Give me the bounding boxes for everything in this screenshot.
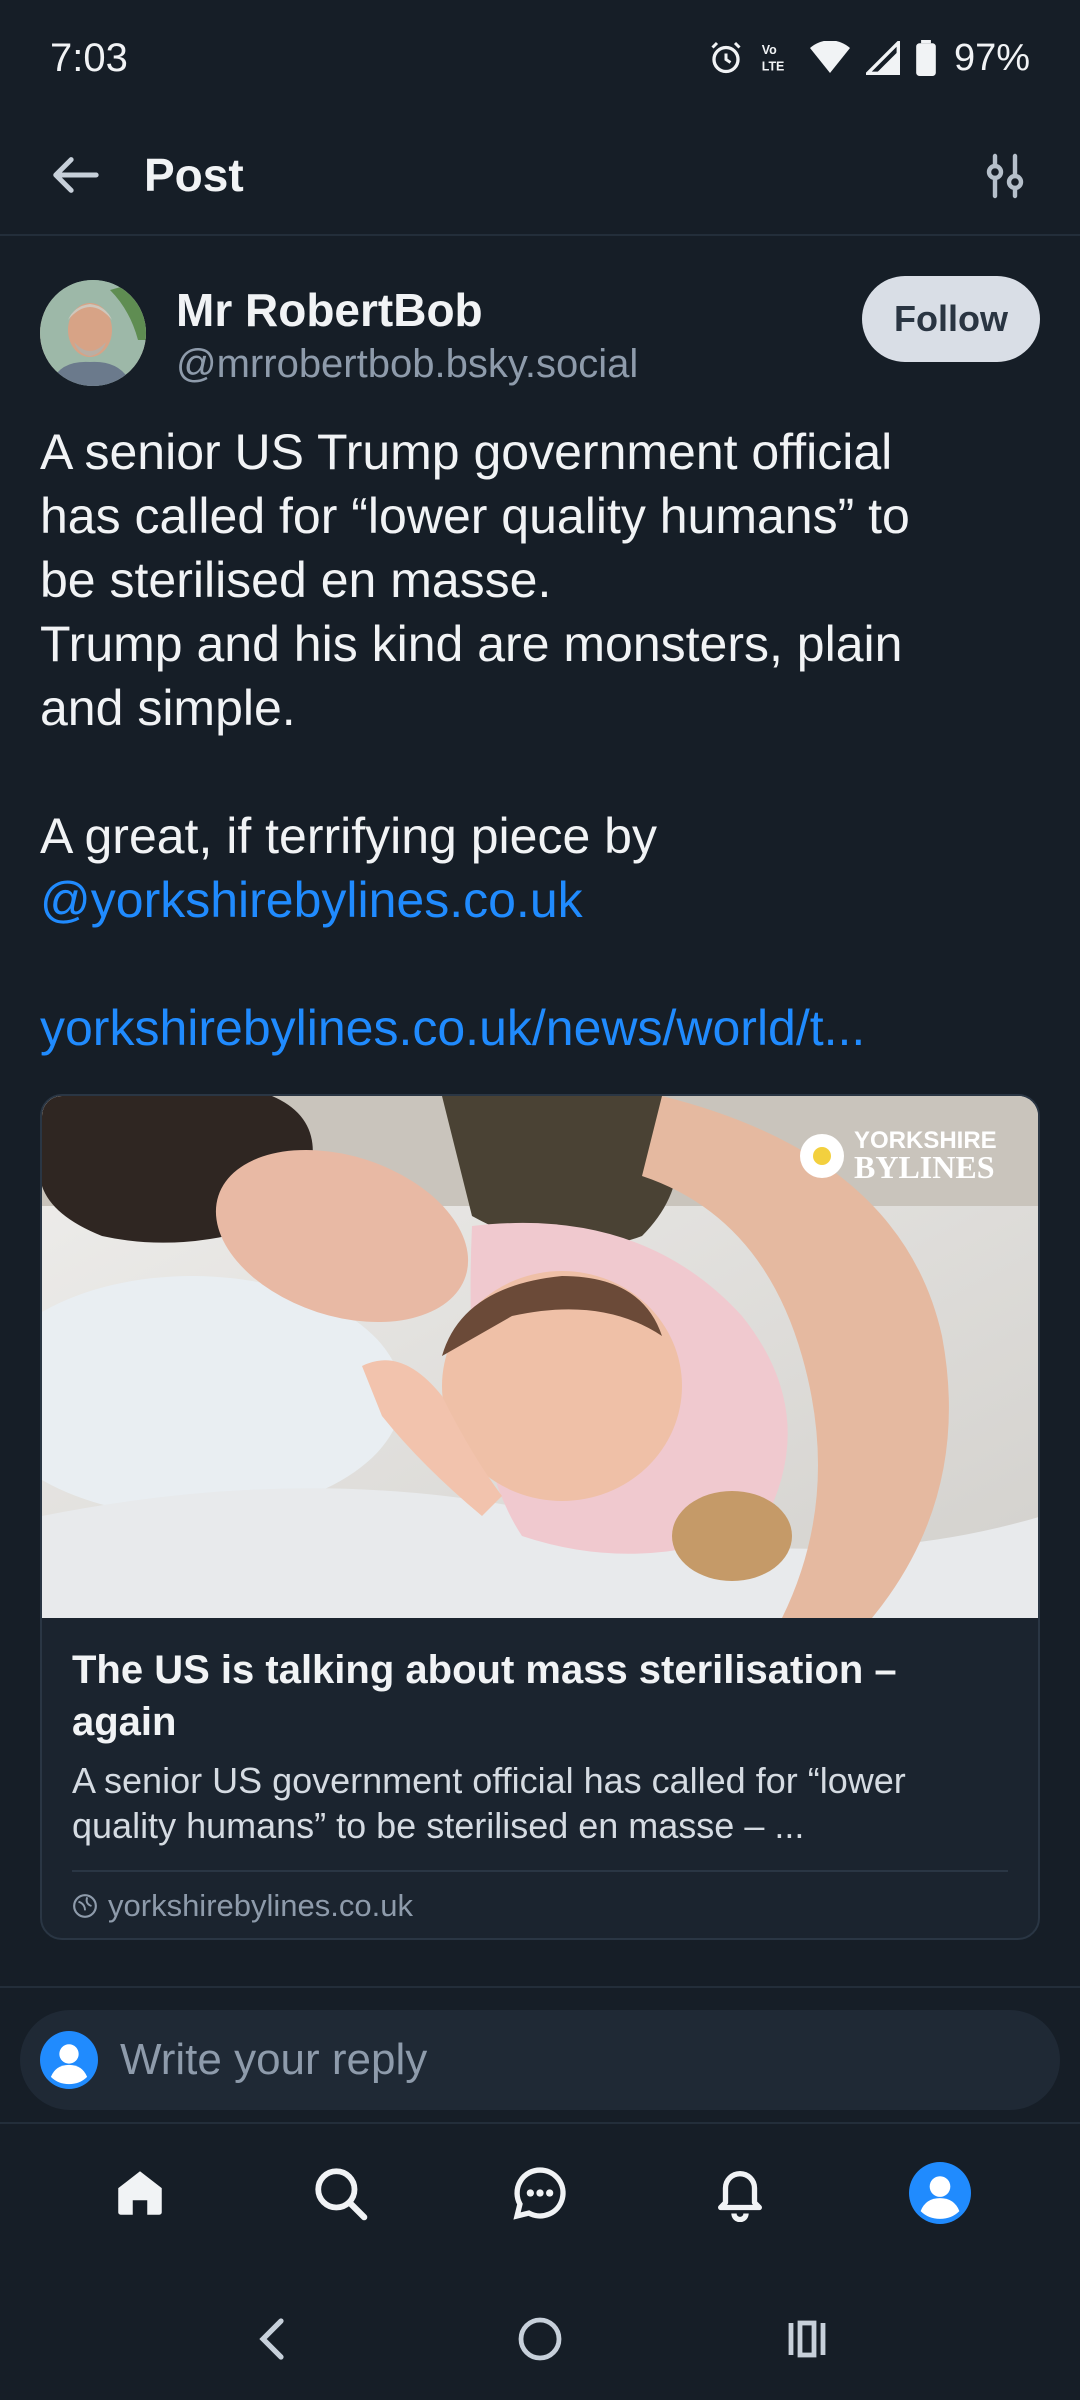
- url-link[interactable]: yorkshirebylines.co.uk/news/world/t...: [40, 996, 1050, 1060]
- circle-icon: [518, 2317, 562, 2361]
- battery-percent: 97%: [953, 36, 1030, 79]
- card-body: The US is talking about mass sterilisati…: [42, 1618, 1038, 1924]
- chevron-left-icon: [259, 2318, 284, 2360]
- nav-search[interactable]: [280, 2133, 400, 2253]
- status-time: 7:03: [50, 35, 128, 80]
- sliders-icon: [986, 153, 1024, 199]
- avatar[interactable]: [40, 280, 146, 386]
- system-recents-button[interactable]: [757, 2289, 857, 2389]
- profile-icon: [909, 2162, 971, 2224]
- bell-icon: [718, 2171, 762, 2222]
- card-source-domain: yorkshirebylines.co.uk: [108, 1888, 413, 1923]
- reply-input[interactable]: Write your reply: [20, 2010, 1060, 2110]
- post-text: A senior US Trump government official ha…: [40, 420, 1050, 1060]
- search-icon: [315, 2168, 368, 2221]
- chat-icon: [513, 2167, 566, 2220]
- author-name[interactable]: Mr RobertBob: [176, 282, 638, 338]
- post-text-line: [40, 740, 1050, 804]
- post-text-line: Trump and his kind are monsters, plain: [40, 616, 903, 672]
- system-nav: [0, 2278, 1080, 2400]
- follow-button[interactable]: Follow: [862, 276, 1040, 362]
- author-handle[interactable]: @mrrobertbob.bsky.social: [176, 338, 638, 390]
- wifi-icon: [809, 41, 850, 75]
- screen: 7:03 Vo LTE 97% Post Mr RobertBob @mrrob…: [0, 0, 1080, 2400]
- nav-home[interactable]: [80, 2133, 200, 2253]
- card-description: A senior US government official has call…: [72, 1760, 906, 1846]
- arrow-left-icon: [53, 157, 99, 193]
- signal-icon: [865, 41, 900, 75]
- svg-text:Vo: Vo: [762, 43, 777, 57]
- post-text-line: and simple.: [40, 680, 296, 736]
- back-button[interactable]: [40, 140, 110, 210]
- nav-notifications[interactable]: [680, 2133, 800, 2253]
- card-source: yorkshirebylines.co.uk: [72, 1888, 1008, 1924]
- alarm-icon: [708, 40, 744, 76]
- svg-text:LTE: LTE: [762, 59, 785, 73]
- bottom-nav: [0, 2122, 1080, 2262]
- nav-chat[interactable]: [480, 2133, 600, 2253]
- volte-icon: Vo LTE: [760, 40, 794, 76]
- nav-profile[interactable]: [880, 2133, 1000, 2253]
- system-home-button[interactable]: [490, 2289, 590, 2389]
- reply-placeholder: Write your reply: [120, 2035, 428, 2084]
- status-icons: Vo LTE 97%: [708, 37, 1030, 80]
- battery-icon: [916, 40, 936, 76]
- card-title: The US is talking about mass sterilisati…: [72, 1648, 897, 1744]
- home-icon: [118, 2171, 162, 2215]
- globe-icon: [73, 1894, 97, 1918]
- post-text-line: A senior US Trump government official: [40, 424, 893, 480]
- author-info: Mr RobertBob @mrrobertbob.bsky.social: [176, 282, 638, 390]
- system-back-button[interactable]: [223, 2289, 323, 2389]
- post-text-line: A great, if terrifying piece by: [40, 808, 657, 864]
- header: Post: [0, 116, 1080, 236]
- post-text-line: be sterilised en masse.: [40, 552, 552, 608]
- divider: [0, 1986, 1080, 1988]
- link-card[interactable]: YORKSHIRE BYLINES The US is talking abou…: [40, 1094, 1040, 1940]
- card-divider: [72, 1870, 1008, 1872]
- status-bar: 7:03 Vo LTE 97%: [0, 0, 1080, 116]
- watermark-line2: BYLINES: [854, 1149, 995, 1185]
- post: Mr RobertBob @mrrobertbob.bsky.social Fo…: [0, 236, 1080, 1060]
- author-row: Mr RobertBob @mrrobertbob.bsky.social Fo…: [40, 236, 1040, 408]
- card-image: YORKSHIRE BYLINES: [42, 1096, 1038, 1618]
- filter-button[interactable]: [970, 141, 1040, 211]
- mention-link[interactable]: @yorkshirebylines.co.uk: [40, 868, 1050, 932]
- recents-icon: [788, 2320, 826, 2358]
- profile-avatar-icon: [40, 2031, 98, 2089]
- page-title: Post: [144, 149, 244, 201]
- post-text-line: has called for “lower quality humans” to: [40, 488, 910, 544]
